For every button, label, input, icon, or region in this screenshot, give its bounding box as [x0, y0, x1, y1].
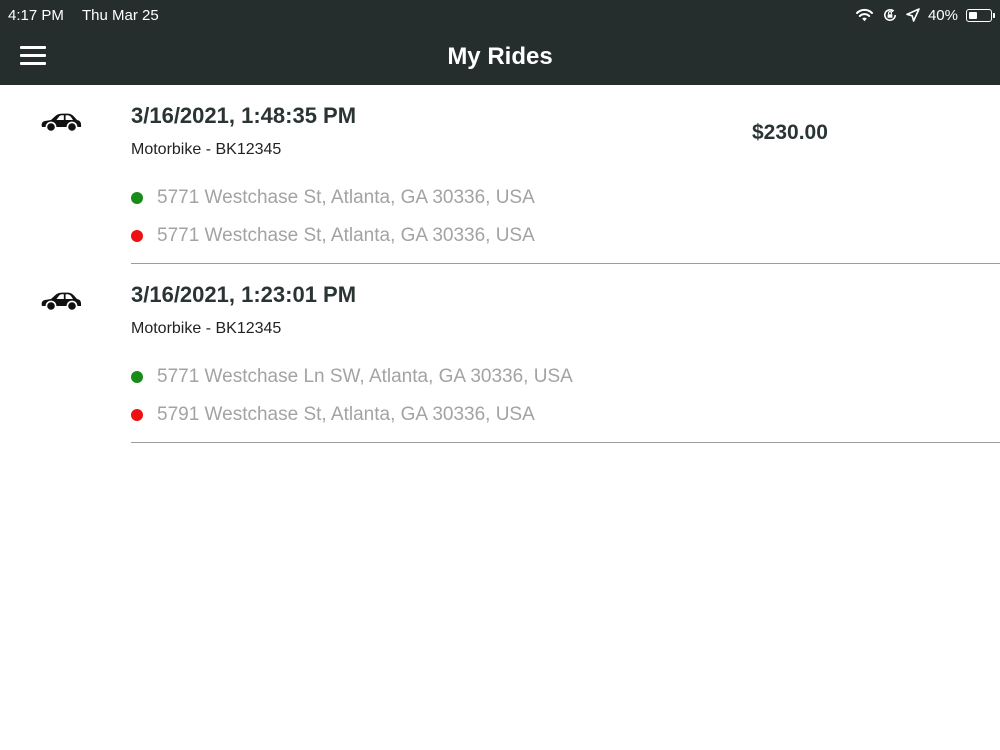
- divider: [131, 441, 1000, 443]
- battery-percent: 40%: [927, 6, 958, 24]
- my-rides-screen: 4:17 PM Thu Mar 25 40% My Rides 3/16/202…: [0, 0, 1000, 750]
- dropoff-address-row: 5791 Westchase St, Atlanta, GA 30336, US…: [131, 404, 535, 426]
- pickup-dot-icon: [131, 371, 143, 383]
- status-indicators: 40%: [855, 5, 995, 25]
- dropoff-dot-icon: [131, 409, 143, 421]
- ride-item[interactable]: 3/16/2021, 1:23:01 PM Motorbike - BK1234…: [0, 264, 1000, 443]
- dropoff-address: 5771 Westchase St, Atlanta, GA 30336, US…: [157, 225, 535, 246]
- car-icon: [39, 290, 83, 312]
- pickup-address: 5771 Westchase Ln SW, Atlanta, GA 30336,…: [157, 366, 573, 387]
- dropoff-address: 5791 Westchase St, Atlanta, GA 30336, US…: [157, 404, 535, 425]
- pickup-address-row: 5771 Westchase Ln SW, Atlanta, GA 30336,…: [131, 366, 573, 388]
- ride-datetime: 3/16/2021, 1:23:01 PM: [131, 282, 357, 307]
- battery-cap: [993, 12, 995, 18]
- ride-price: $230.00: [752, 121, 828, 144]
- dropoff-address-row: 5771 Westchase St, Atlanta, GA 30336, US…: [131, 225, 535, 247]
- ride-item[interactable]: 3/16/2021, 1:48:35 PM Motorbike - BK1234…: [0, 85, 1000, 264]
- dropoff-dot-icon: [131, 230, 143, 242]
- status-bar: 4:17 PM Thu Mar 25 40%: [0, 0, 1000, 30]
- top-bar: 4:17 PM Thu Mar 25 40% My Rides: [0, 0, 1000, 85]
- ride-vehicle: Motorbike - BK12345: [131, 320, 282, 337]
- status-date: Thu Mar 25: [82, 7, 159, 24]
- rides-list: 3/16/2021, 1:48:35 PM Motorbike - BK1234…: [0, 85, 1000, 443]
- ride-vehicle: Motorbike - BK12345: [131, 141, 282, 158]
- location-arrow-icon: [906, 8, 920, 22]
- wifi-icon: [855, 8, 874, 22]
- ride-datetime: 3/16/2021, 1:48:35 PM: [131, 103, 357, 128]
- pickup-dot-icon: [131, 192, 143, 204]
- pickup-address-row: 5771 Westchase St, Atlanta, GA 30336, US…: [131, 187, 535, 209]
- navigation-bar: My Rides: [0, 30, 1000, 85]
- battery-icon: [966, 8, 995, 22]
- page-title: My Rides: [447, 43, 553, 70]
- car-icon: [39, 111, 83, 133]
- battery-level: [969, 11, 977, 19]
- rotation-lock-icon: [882, 7, 898, 23]
- status-time: 4:17 PM: [8, 7, 64, 24]
- pickup-address: 5771 Westchase St, Atlanta, GA 30336, US…: [157, 187, 535, 208]
